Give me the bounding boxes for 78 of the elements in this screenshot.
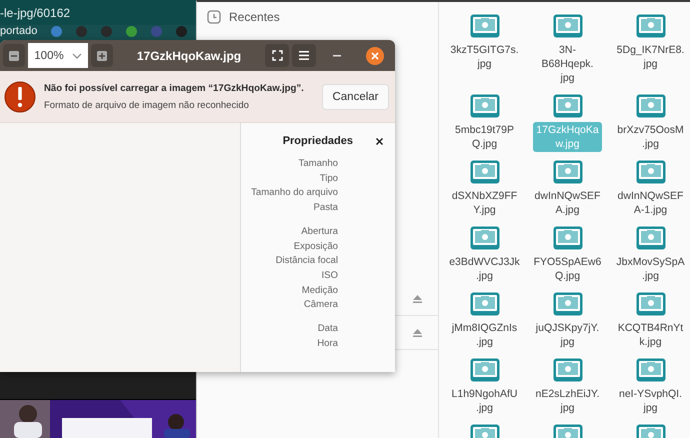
zoom-out-button[interactable] — [3, 44, 25, 67]
sidebar-item[interactable]: Recentes — [229, 10, 280, 24]
image-file-icon — [636, 226, 666, 250]
clock-icon — [207, 10, 221, 24]
property-label: ISO — [321, 268, 338, 283]
property-label: Abertura — [301, 224, 338, 239]
image-file-icon — [636, 94, 666, 118]
image-file-icon — [636, 358, 666, 382]
image-file-icon — [552, 160, 582, 184]
file-name[interactable]: dSXNbXZ9FF Y.jpg — [448, 188, 520, 218]
close-icon — [371, 52, 379, 60]
image-file-icon — [470, 292, 500, 316]
error-icon — [4, 80, 36, 112]
property-label: Hora — [317, 336, 338, 351]
image-file-icon — [470, 94, 500, 118]
window-title: 17GzkHqoKaw.jpg — [136, 48, 242, 62]
url-text: -le-jpg/60162 — [0, 6, 70, 20]
plus-icon — [97, 50, 107, 60]
file-name[interactable]: juQJSKpy7jY. jpg — [532, 320, 602, 350]
file-name[interactable]: 3N- B68Hqepk. jpg — [538, 42, 596, 86]
property-label: Data — [318, 322, 338, 336]
file-name[interactable]: L1h9NgohAfU .jpg — [448, 386, 520, 416]
fullscreen-icon — [272, 50, 282, 61]
property-label: Tamanho — [298, 157, 338, 171]
zoom-dropdown[interactable]: 100% — [28, 43, 88, 68]
file-name[interactable]: e3BdWVCJ3Jk .jpg — [446, 254, 523, 284]
property-label: Pasta — [313, 201, 338, 216]
bookmark-label[interactable]: portado — [0, 25, 38, 38]
zoom-in-button[interactable] — [91, 44, 113, 67]
image-file-icon — [470, 358, 500, 382]
file-name[interactable]: 3kzT5GITG7s. jpg — [447, 42, 522, 72]
image-file-icon — [552, 94, 582, 118]
file-name[interactable]: dwInNQwSEF A.jpg — [532, 188, 604, 218]
bookmark-icon[interactable] — [76, 26, 88, 37]
bookmark-icon[interactable] — [51, 26, 62, 37]
file-name[interactable]: brXzv75OosM .jpg — [614, 122, 687, 152]
fullscreen-button[interactable] — [265, 44, 289, 67]
image-file-icon — [552, 226, 582, 250]
file-name[interactable]: nE2sLzhEiJY. jpg — [532, 386, 602, 416]
bookmark-icon[interactable] — [101, 26, 112, 37]
image-file-icon — [552, 292, 582, 316]
image-file-icon — [470, 14, 500, 38]
file-name[interactable]: neI-YSvphQI. jpg — [616, 386, 686, 416]
minimize-icon — [333, 54, 341, 56]
file-name[interactable]: KCQTB4RnYt k.jpg — [614, 320, 686, 350]
property-label: Tipo — [320, 172, 338, 186]
minus-icon — [9, 50, 19, 60]
property-label: Medição — [302, 284, 338, 298]
property-label: Câmera — [304, 298, 338, 312]
file-name[interactable]: JbxMovSySpA .jpg — [613, 254, 688, 284]
image-file-icon — [552, 358, 582, 382]
file-name[interactable]: 5Dg_IK7NrE8. jpg — [614, 42, 688, 72]
property-label: Exposição — [294, 240, 338, 254]
file-name[interactable]: FYO5SpAEw6 Q.jpg — [530, 254, 604, 284]
error-message: Formato de arquivo de imagem não reconhecido — [44, 100, 250, 110]
image-file-icon — [552, 14, 582, 38]
error-title: Não foi possível carregar a imagem “17GzkHqoKaw.jpg”. — [44, 82, 305, 94]
file-name[interactable]: 5mbc19t79P Q.jpg — [452, 122, 517, 152]
bookmark-icon[interactable] — [176, 26, 188, 37]
close-button[interactable] — [366, 46, 384, 64]
image-file-icon — [636, 292, 666, 316]
close-icon[interactable] — [376, 138, 383, 144]
cancel-button[interactable]: Cancelar — [322, 84, 389, 110]
bookmark-icon[interactable] — [126, 26, 138, 37]
eject-icon[interactable] — [413, 328, 422, 336]
chevron-down-icon — [72, 52, 82, 58]
image-file-icon — [470, 226, 500, 250]
panel-title: Propriedades — [282, 135, 353, 147]
image-file-icon — [470, 160, 500, 184]
eject-icon[interactable] — [413, 294, 422, 302]
image-file-icon — [636, 14, 666, 38]
property-label: Tamanho do arquivo — [251, 186, 338, 200]
file-name[interactable]: jMm8IQGZnIs .jpg — [448, 320, 520, 350]
menu-button[interactable] — [292, 44, 316, 67]
file-name[interactable]: dwInNQwSEF A-1.jpg — [614, 188, 686, 218]
image-file-icon — [636, 160, 666, 184]
property-label: Distância focal — [276, 254, 338, 268]
menu-icon — [299, 51, 309, 60]
